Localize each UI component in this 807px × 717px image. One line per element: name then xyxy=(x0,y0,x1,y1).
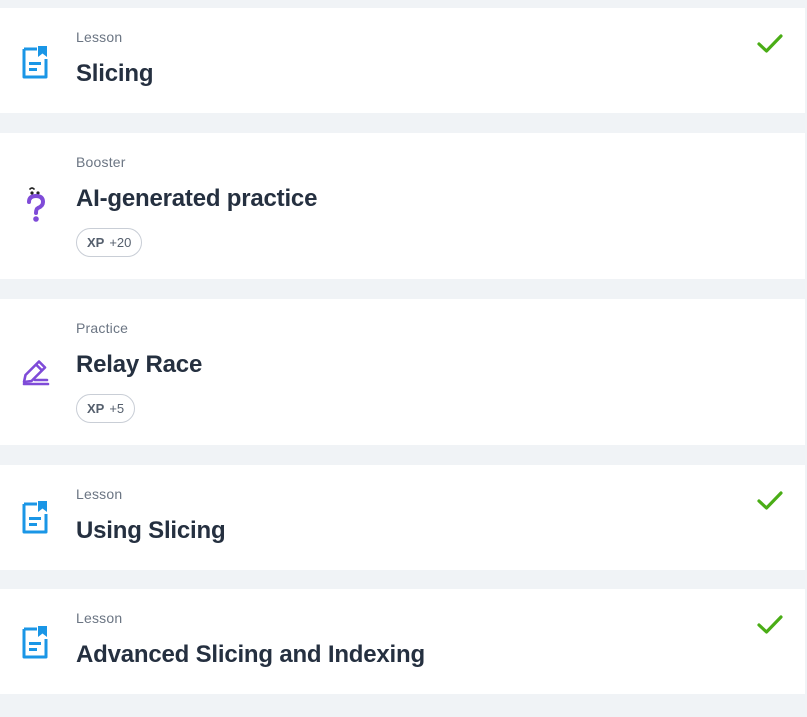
question-mark-icon xyxy=(20,187,52,223)
list-item-lesson-using-slicing[interactable]: Lesson Using Slicing xyxy=(0,465,805,570)
item-type-label: Lesson xyxy=(76,29,123,45)
item-title[interactable]: Advanced Slicing and Indexing xyxy=(76,641,425,669)
xp-label: XP xyxy=(87,401,105,416)
xp-badge: XP +20 xyxy=(76,228,143,257)
item-type-label: Booster xyxy=(76,154,126,170)
lesson-document-icon xyxy=(20,500,52,536)
completed-check-icon xyxy=(757,615,783,635)
item-type-label: Lesson xyxy=(76,486,123,502)
item-title[interactable]: Relay Race xyxy=(76,351,202,379)
lesson-document-icon xyxy=(20,45,52,81)
pencil-icon xyxy=(20,355,52,391)
item-type-label: Practice xyxy=(76,320,129,336)
xp-label: XP xyxy=(87,235,105,250)
completed-check-icon xyxy=(757,491,783,511)
item-type-label: Lesson xyxy=(76,610,123,626)
list-item-lesson-slicing[interactable]: Lesson Slicing xyxy=(0,8,805,113)
item-title[interactable]: Using Slicing xyxy=(76,517,226,545)
xp-value: +20 xyxy=(109,235,132,250)
list-item-lesson-advanced-slicing[interactable]: Lesson Advanced Slicing and Indexing xyxy=(0,589,805,694)
list-item-booster-ai-practice[interactable]: Booster AI-generated practice XP +20 xyxy=(0,133,805,279)
completed-check-icon xyxy=(757,34,783,54)
list-item-practice-relay-race[interactable]: Practice Relay Race XP +5 xyxy=(0,299,805,445)
xp-badge: XP +5 xyxy=(76,394,136,423)
item-title[interactable]: Slicing xyxy=(76,60,153,88)
item-title[interactable]: AI-generated practice xyxy=(76,185,317,213)
lesson-document-icon xyxy=(20,625,52,661)
xp-value: +5 xyxy=(109,401,125,416)
